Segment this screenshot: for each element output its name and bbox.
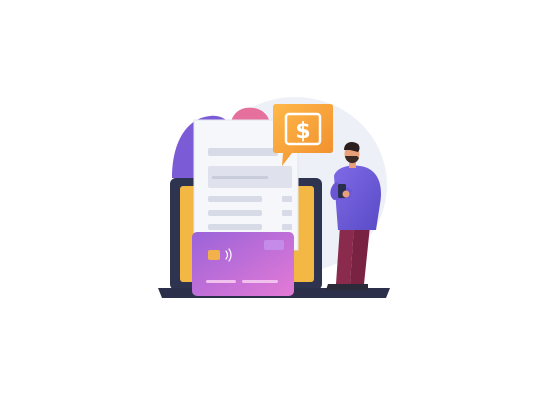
invoice-line — [282, 210, 292, 216]
dollar-sign-icon: $ — [295, 119, 310, 144]
invoice-line — [208, 224, 262, 230]
invoice-line — [208, 148, 278, 156]
illustration-stage: $ — [0, 0, 560, 400]
invoice-line — [208, 196, 262, 202]
invoice-line — [208, 210, 262, 216]
online-payment-illustration: $ — [158, 97, 390, 298]
card-number-line — [242, 280, 278, 283]
card-logo — [264, 240, 284, 250]
invoice-line — [282, 196, 292, 202]
card-number-line — [206, 280, 236, 283]
invoice-line — [212, 176, 268, 179]
credit-card-chip-icon — [208, 250, 220, 260]
credit-card — [192, 232, 294, 296]
invoice-line — [282, 224, 292, 230]
